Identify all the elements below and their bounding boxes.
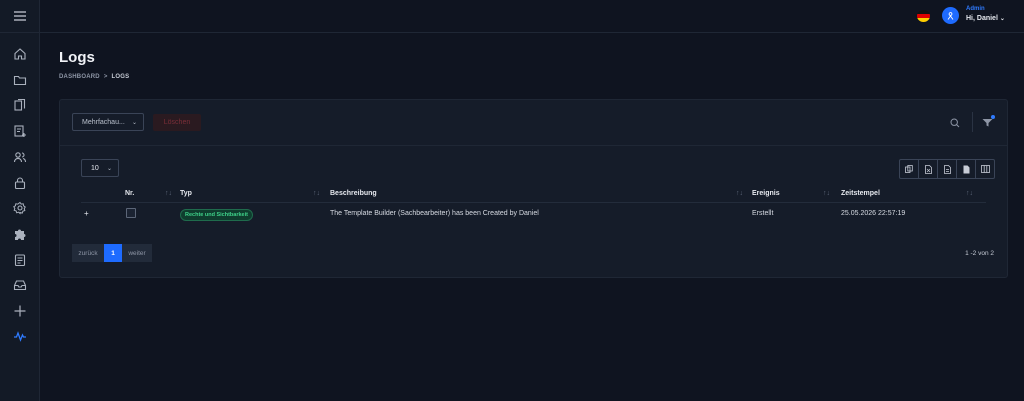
page-length-value: 10 bbox=[91, 164, 99, 172]
file-pdf-icon bbox=[963, 165, 969, 173]
lock-icon bbox=[14, 177, 25, 190]
hamburger-icon bbox=[13, 11, 26, 21]
de-flag-icon[interactable] bbox=[917, 10, 930, 22]
type-badge: Rechte und Sichtbarkeit bbox=[180, 209, 253, 221]
column-header-ereignis[interactable]: Ereignis bbox=[752, 190, 780, 197]
column-header-nr[interactable]: Nr. bbox=[125, 190, 134, 197]
bulk-action-value: Mehrfachau... bbox=[82, 118, 125, 126]
sort-icon[interactable]: ↑↓ bbox=[165, 190, 172, 197]
copy-button[interactable] bbox=[900, 160, 919, 178]
export-tools bbox=[899, 159, 995, 179]
table-header: Nr. ↑↓ Typ ↑↓ Beschreibung ↑↓ Ereignis ↑… bbox=[81, 186, 986, 203]
sidebar-item-dashboard[interactable] bbox=[0, 43, 39, 65]
menu-toggle-button[interactable] bbox=[0, 0, 39, 33]
copy-icon bbox=[905, 165, 913, 173]
card-toolbar: Mehrfachau... ⌄ Löschen bbox=[60, 100, 1007, 146]
sidebar-item-settings[interactable] bbox=[0, 197, 39, 219]
file-csv-icon bbox=[943, 164, 951, 174]
filter-icon[interactable] bbox=[982, 118, 993, 127]
chevron-down-icon: ⌄ bbox=[131, 120, 137, 126]
users-icon bbox=[13, 152, 26, 163]
table-row: + Rechte und Sichtbarkeit The Template B… bbox=[81, 204, 986, 224]
file-excel-icon bbox=[924, 164, 932, 174]
expand-row-button[interactable]: + bbox=[84, 209, 89, 218]
sidebar bbox=[0, 0, 40, 401]
home-icon bbox=[13, 48, 26, 60]
sidebar-item-documents[interactable] bbox=[0, 94, 39, 116]
documents-icon bbox=[13, 98, 25, 111]
bulk-action-select[interactable]: Mehrfachau... ⌄ bbox=[72, 113, 144, 131]
prev-page-button[interactable]: zurück bbox=[72, 244, 104, 262]
chevron-down-icon: ⌄ bbox=[106, 166, 112, 172]
sidebar-item-files[interactable] bbox=[0, 69, 39, 91]
sidebar-item-add[interactable] bbox=[0, 300, 39, 322]
sort-icon[interactable]: ↑↓ bbox=[313, 190, 320, 197]
row-description: The Template Builder (Sachbearbeiter) ha… bbox=[330, 210, 539, 217]
logs-card: Mehrfachau... ⌄ Löschen 10 ⌄ Nr. ↑↓ Typ … bbox=[59, 99, 1008, 278]
divider bbox=[972, 112, 973, 132]
row-timestamp: 25.05.2026 22:57:19 bbox=[841, 210, 906, 217]
row-checkbox[interactable] bbox=[126, 208, 136, 218]
column-header-zeitstempel[interactable]: Zeitstempel bbox=[841, 190, 880, 197]
avatar[interactable] bbox=[942, 7, 959, 24]
plus-icon bbox=[14, 305, 25, 317]
columns-icon bbox=[980, 165, 990, 173]
sidebar-item-plugins[interactable] bbox=[0, 223, 39, 245]
pagination: zurück 1 weiter bbox=[72, 244, 152, 262]
inbox-icon bbox=[13, 280, 26, 291]
row-event: Erstellt bbox=[752, 210, 774, 217]
user-icon bbox=[947, 12, 954, 20]
user-greeting: Hi, Daniel bbox=[966, 15, 998, 22]
sidebar-item-add-document[interactable] bbox=[0, 120, 39, 142]
column-header-beschreibung[interactable]: Beschreibung bbox=[330, 190, 377, 197]
sort-icon[interactable]: ↑↓ bbox=[736, 190, 743, 197]
sidebar-item-users[interactable] bbox=[0, 146, 39, 168]
sort-icon[interactable]: ↑↓ bbox=[966, 190, 973, 197]
export-csv-button[interactable] bbox=[938, 160, 957, 178]
folder-icon bbox=[13, 75, 26, 86]
chevron-right-icon: > bbox=[103, 74, 108, 80]
search-icon[interactable] bbox=[950, 118, 960, 128]
sidebar-item-logs[interactable] bbox=[0, 325, 39, 347]
user-role: Admin bbox=[966, 6, 985, 12]
next-page-button[interactable]: weiter bbox=[122, 244, 152, 262]
filter-active-dot bbox=[991, 115, 995, 119]
activity-icon bbox=[13, 331, 26, 342]
breadcrumb-dashboard[interactable]: DASHBOARD bbox=[59, 74, 100, 80]
puzzle-icon bbox=[14, 229, 25, 240]
sidebar-item-security[interactable] bbox=[0, 172, 39, 194]
column-header-typ[interactable]: Typ bbox=[180, 190, 192, 197]
column-visibility-button[interactable] bbox=[976, 160, 994, 178]
top-bar: Admin Hi, Daniel ⌄ bbox=[40, 0, 1024, 33]
clipboard-icon bbox=[14, 254, 25, 267]
page-1-button[interactable]: 1 bbox=[104, 244, 122, 262]
breadcrumb-logs: LOGS bbox=[111, 74, 130, 80]
export-pdf-button[interactable] bbox=[957, 160, 976, 178]
page-length-select[interactable]: 10 ⌄ bbox=[81, 159, 119, 177]
user-menu-button[interactable]: Hi, Daniel ⌄ bbox=[966, 15, 1005, 22]
delete-button[interactable]: Löschen bbox=[153, 114, 201, 131]
sort-icon[interactable]: ↑↓ bbox=[823, 190, 830, 197]
sidebar-item-reports[interactable] bbox=[0, 249, 39, 271]
export-excel-button[interactable] bbox=[919, 160, 938, 178]
breadcrumb: DASHBOARD > LOGS bbox=[59, 74, 129, 80]
page-title: Logs bbox=[59, 49, 95, 66]
document-plus-icon bbox=[13, 125, 26, 137]
sidebar-item-inbox[interactable] bbox=[0, 274, 39, 296]
chevron-down-icon: ⌄ bbox=[999, 16, 1005, 22]
gear-icon bbox=[12, 201, 26, 215]
pagination-info: 1 -2 von 2 bbox=[965, 250, 994, 257]
